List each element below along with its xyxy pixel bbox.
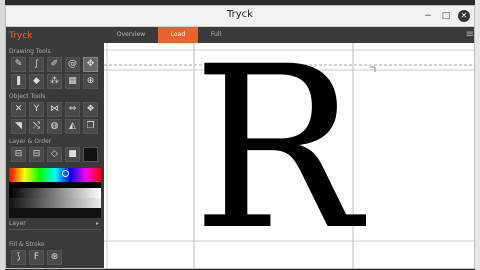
maximize-icon[interactable]: □ [440, 10, 452, 22]
gradient-slider[interactable] [9, 188, 101, 198]
title-bar: Tryck − □ ✕ [6, 6, 474, 27]
layer-section[interactable]: Layer ▸ [9, 220, 101, 230]
x-icon[interactable]: ✕ [11, 102, 26, 117]
color-picker-handle[interactable] [62, 170, 69, 177]
spray-icon[interactable]: ⁂ [47, 74, 62, 89]
fill-icon[interactable]: ◆ [29, 74, 44, 89]
spiral-icon[interactable]: @ [65, 57, 80, 72]
group-icon[interactable]: ◇ [47, 147, 62, 162]
app-window: Tryck − □ ✕ Tryck Drawing Tools ✎ ∫ ✐ @ … [5, 5, 475, 269]
fill-stroke-header: Fill & Stroke [9, 241, 45, 248]
move-icon[interactable]: ✥ [83, 57, 98, 72]
triangle-icon[interactable]: ◭ [65, 119, 80, 134]
tab-full[interactable]: Full [198, 27, 234, 43]
effect-icon[interactable]: ⊛ [47, 250, 62, 265]
arrows-icon[interactable]: ⇔ [65, 102, 80, 117]
font-icon[interactable]: F [29, 250, 44, 265]
pen-icon[interactable]: ✎ [11, 57, 26, 72]
window-title: Tryck [227, 9, 253, 20]
tab-load[interactable]: Load [158, 27, 198, 43]
paint-icon[interactable]: ❚ [11, 74, 26, 89]
bowtie-icon[interactable]: ⋈ [47, 102, 62, 117]
object-tools-row-2: ◥ ⤭ ◍ ◭ ❐ [11, 119, 98, 134]
stroke-icon[interactable]: ⟆ [11, 250, 26, 265]
color-swatch[interactable] [83, 147, 98, 162]
glyph-r[interactable]: R [192, 43, 361, 261]
drawing-tools-header: Drawing Tools [9, 48, 51, 55]
layer-label: Layer [9, 220, 26, 227]
drawing-tools-row-1: ✎ ∫ ✐ @ ✥ [11, 57, 98, 72]
raise-icon[interactable]: ⊟ [11, 147, 26, 162]
hue-spectrum[interactable] [9, 168, 101, 182]
current-color [9, 208, 101, 218]
measure-icon[interactable]: ▦ [65, 74, 80, 89]
frame-icon[interactable]: ❐ [83, 119, 98, 134]
app-name: Tryck [9, 31, 33, 41]
fill-stroke-row: ⟆ F ⊛ [11, 250, 62, 265]
minimize-icon[interactable]: − [422, 10, 434, 22]
drawing-tools-row-2: ❚ ◆ ⁂ ▦ ⊕ [11, 74, 98, 89]
pencil-icon[interactable]: ✐ [47, 57, 62, 72]
cross-arrows-icon[interactable]: ⤭ [29, 119, 44, 134]
tab-bar: Overview Load Full ≡ [104, 27, 474, 43]
brush-icon[interactable]: ∫ [29, 57, 44, 72]
layer-order-header: Layer & Order [9, 138, 52, 145]
object-tools-row-1: ✕ Y ⋈ ⇔ ❖ [11, 102, 98, 117]
diamond-icon[interactable]: ❖ [83, 102, 98, 117]
corner-icon[interactable]: ◥ [11, 119, 26, 134]
chevron-icon[interactable]: ▸ [96, 220, 99, 227]
tools-panel: Tryck Drawing Tools ✎ ∫ ✐ @ ✥ ❚ ◆ ⁂ ▦ ⊕ … [6, 27, 104, 268]
circle-icon[interactable]: ◍ [47, 119, 62, 134]
y-icon[interactable]: Y [29, 102, 44, 117]
main-area: Overview Load Full ≡ R [104, 27, 474, 268]
canvas[interactable]: R [104, 43, 474, 268]
square-icon[interactable]: ■ [65, 147, 80, 162]
opacity-slider[interactable] [9, 198, 101, 208]
lower-icon[interactable]: ⊟ [29, 147, 44, 162]
tab-overview[interactable]: Overview [104, 27, 158, 43]
menu-icon[interactable]: ≡ [466, 29, 474, 40]
layer-order-row: ⊟ ⊟ ◇ ■ [11, 147, 98, 162]
zoom-icon[interactable]: ⊕ [83, 74, 98, 89]
object-tools-header: Object Tools [9, 93, 46, 100]
background-right [475, 0, 480, 270]
close-icon[interactable]: ✕ [458, 10, 470, 22]
